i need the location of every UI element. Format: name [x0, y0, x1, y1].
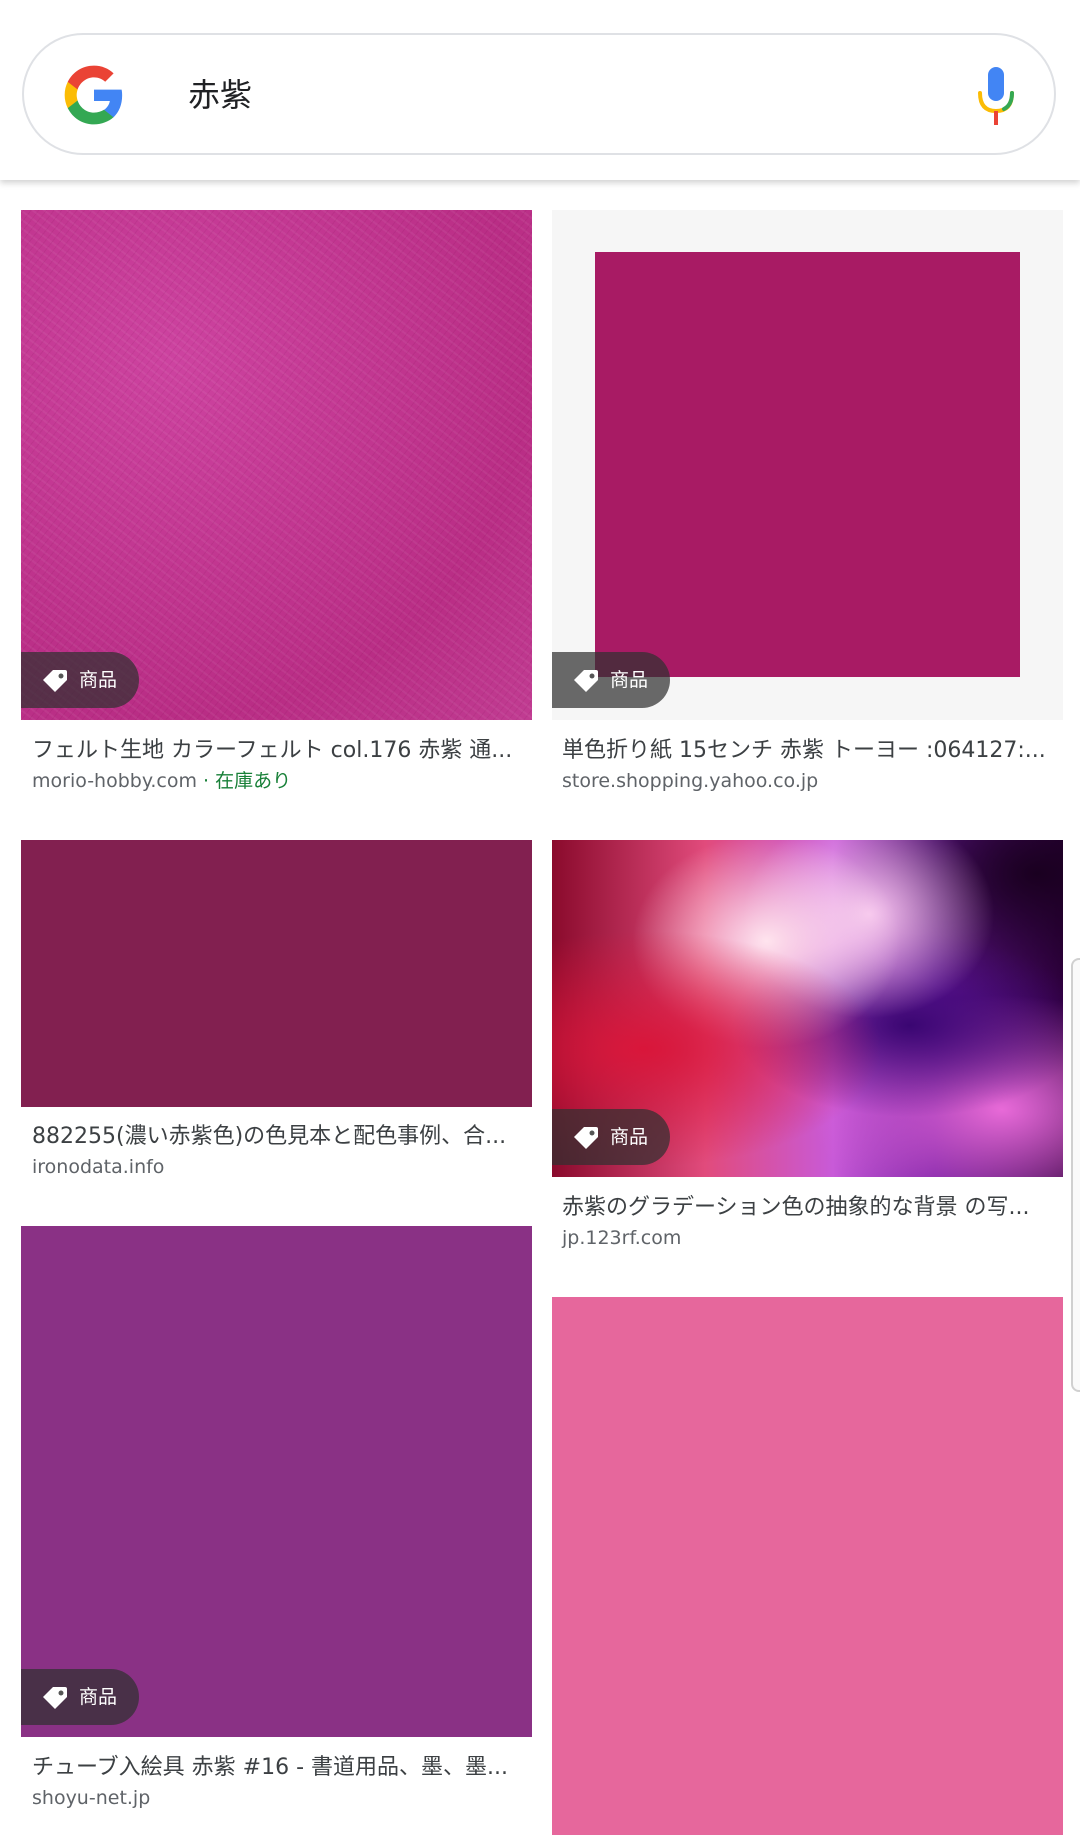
result-domain[interactable]: store.shopping.yahoo.co.jp: [562, 766, 1052, 796]
result-domain[interactable]: jp.123rf.com: [562, 1223, 1052, 1253]
result-image-tube-paint[interactable]: 商品: [21, 1226, 532, 1737]
product-badge-label: 商品: [79, 1686, 118, 1708]
search-bar[interactable]: 赤紫: [22, 33, 1056, 155]
search-query-text[interactable]: 赤紫: [188, 65, 252, 125]
separator: ·: [197, 770, 216, 792]
result-domain[interactable]: ironodata.info: [32, 1152, 522, 1182]
product-badge: 商品: [21, 1669, 139, 1725]
tag-icon: [43, 1687, 67, 1709]
result-title[interactable]: 赤紫のグラデーション色の抽象的な背景 の写...: [562, 1191, 1052, 1225]
tag-icon: [574, 670, 598, 692]
result-image-felt[interactable]: 商品: [21, 210, 532, 720]
search-header: 赤紫: [0, 0, 1080, 180]
scroll-handle[interactable]: [1071, 958, 1080, 1392]
tag-icon: [574, 1127, 598, 1149]
result-image-gradient[interactable]: 商品: [552, 840, 1063, 1177]
product-badge-label: 商品: [79, 669, 118, 691]
result-domain: morio-hobby.com: [32, 770, 197, 792]
result-image-color-sample[interactable]: [21, 840, 532, 1107]
product-badge: 商品: [552, 1109, 670, 1165]
google-logo-icon[interactable]: [62, 63, 126, 127]
result-image-origami[interactable]: 商品: [552, 210, 1063, 720]
result-image-pink[interactable]: [552, 1297, 1063, 1835]
result-title[interactable]: 882255(濃い赤紫色)の色見本と配色事例、合...: [32, 1120, 522, 1154]
result-title[interactable]: 単色折り紙 15センチ 赤紫 トーヨー :064127:...: [562, 734, 1052, 768]
product-badge: 商品: [21, 652, 139, 708]
result-domain[interactable]: shoyu-net.jp: [32, 1783, 522, 1813]
product-badge-label: 商品: [610, 669, 649, 691]
in-stock-label: 在庫あり: [215, 770, 292, 792]
result-title[interactable]: チューブ入絵具 赤紫 #16 - 書道用品、墨、墨...: [32, 1751, 522, 1785]
origami-swatch: [595, 252, 1020, 677]
result-source[interactable]: morio-hobby.com · 在庫あり: [32, 766, 522, 796]
result-title[interactable]: フェルト生地 カラーフェルト col.176 赤紫 通...: [32, 734, 522, 768]
tag-icon: [43, 670, 67, 692]
product-badge-label: 商品: [610, 1126, 649, 1148]
microphone-icon[interactable]: [974, 65, 1018, 127]
product-badge: 商品: [552, 652, 670, 708]
